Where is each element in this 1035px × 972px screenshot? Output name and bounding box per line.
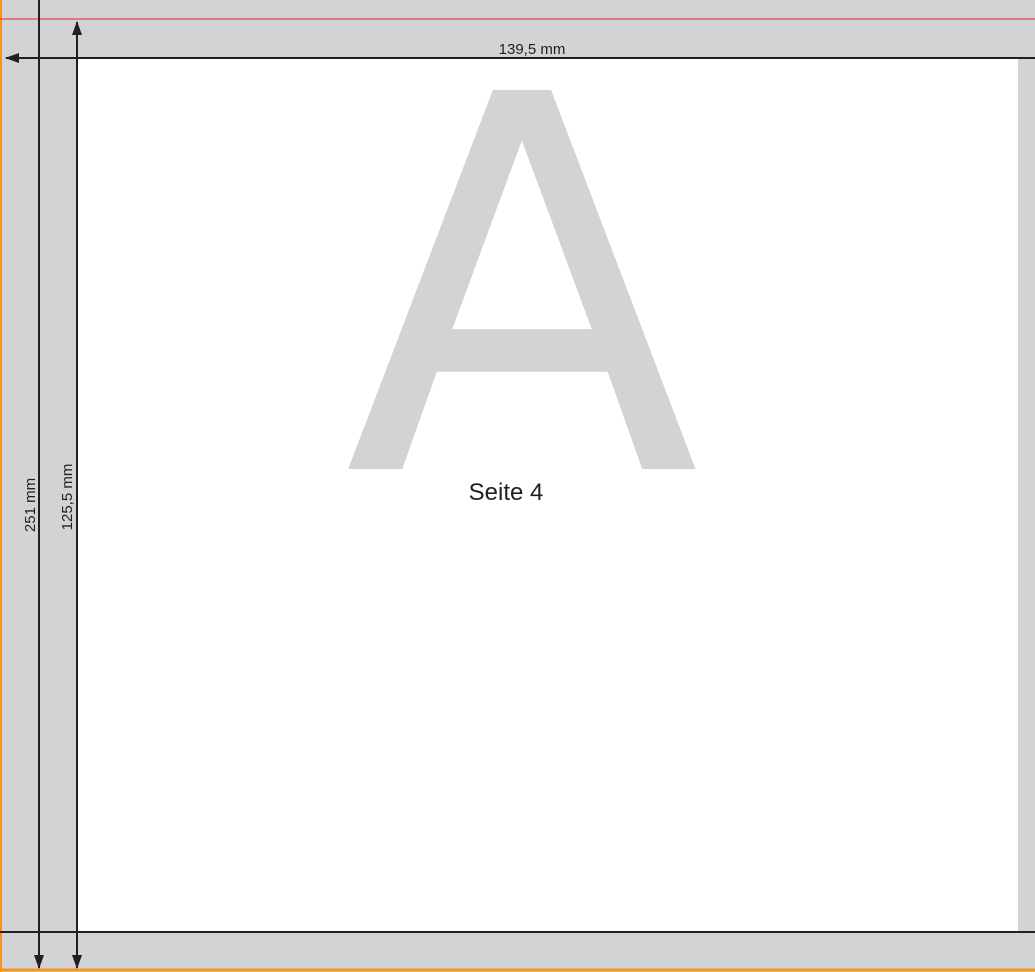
width-dimension-label: 139,5 mm: [499, 41, 566, 58]
page-label: Seite 4: [469, 479, 544, 506]
dimension-drawing: A Seite 4 139,5 mm 251 mm 125,5 mm: [0, 0, 1035, 972]
full-height-dimension-label: 251 mm: [22, 478, 39, 532]
layout-canvas: A Seite 4 139,5 mm 251 mm 125,5 mm: [0, 0, 1035, 972]
half-height-dimension-label: 125,5 mm: [59, 464, 76, 531]
